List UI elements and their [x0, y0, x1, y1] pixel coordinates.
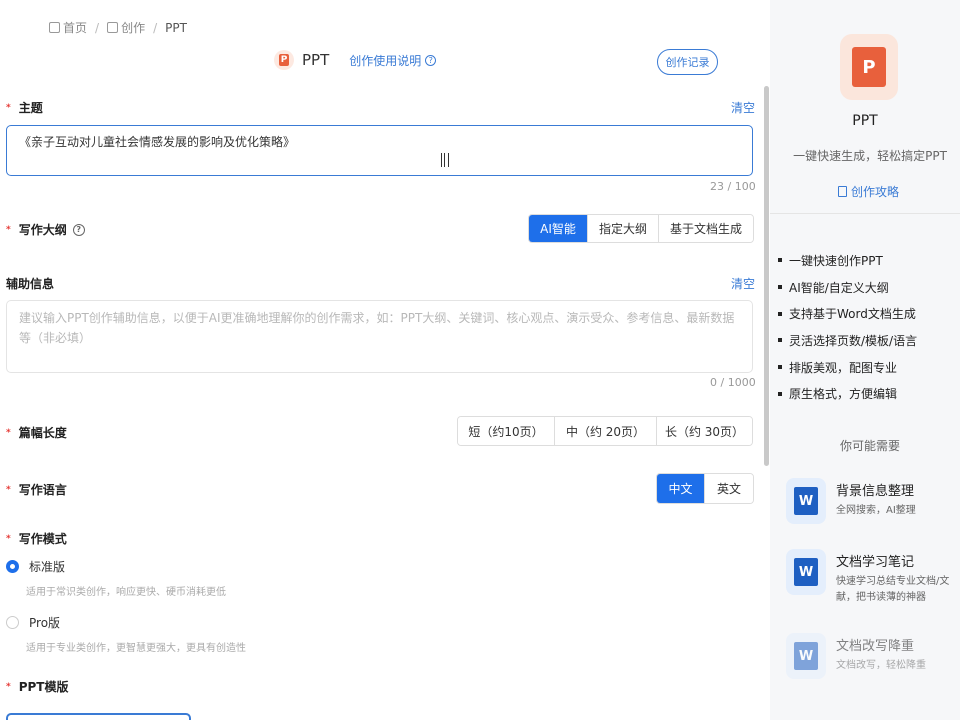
ppt-icon: P — [274, 50, 294, 70]
outline-selector: AI智能 指定大纲 基于文档生成 — [528, 214, 754, 243]
feature-list: 一键快速创作PPT AI智能/自定义大纲 支持基于Word文档生成 灵活选择页数… — [778, 247, 917, 407]
breadcrumb-current: PPT — [165, 20, 187, 35]
required-marker: * — [6, 484, 11, 495]
mode-option-pro[interactable]: Pro版 — [6, 614, 60, 631]
topic-char-count: 23 / 100 — [710, 180, 756, 193]
topic-label: * 主题 — [6, 99, 43, 116]
ppt-app-icon: P — [840, 34, 898, 100]
topic-clear-button[interactable]: 清空 — [731, 99, 755, 116]
mode-option-standard-label: 标准版 — [29, 560, 66, 574]
template-label-text: PPT模版 — [18, 680, 69, 694]
required-marker: * — [6, 681, 11, 692]
recommend-item-desc: 全网搜索，AI整理 — [836, 505, 916, 516]
required-marker: * — [6, 102, 11, 113]
length-option-medium[interactable]: 中（约 20页） — [555, 417, 657, 445]
text-cursor-icon — [441, 153, 449, 167]
document-icon — [838, 186, 847, 197]
recommend-item-title: 文档改写降重 — [836, 639, 915, 654]
edit-icon — [107, 22, 119, 33]
question-icon: ? — [425, 54, 437, 66]
side-subtitle: 一键快速生成，轻松搞定PPT — [793, 149, 947, 163]
outline-option-ai[interactable]: AI智能 — [529, 215, 588, 242]
aux-label-text: 辅助信息 — [6, 277, 55, 291]
page-header: P PPT 创作使用说明 ? — [274, 50, 437, 70]
recommend-item[interactable]: W 背景信息整理 全网搜索，AI整理 — [786, 478, 954, 524]
mode-option-pro-label: Pro版 — [29, 616, 61, 630]
outline-label: * 写作大纲 ? — [6, 221, 85, 238]
creation-record-button[interactable]: 创作记录 — [657, 49, 718, 75]
recommend-item-desc: 快速学习总结专业文档/文献，把书读薄的神器 — [836, 576, 950, 603]
recommend-item-title: 背景信息整理 — [836, 484, 915, 499]
page-title: PPT — [302, 51, 330, 69]
template-card-selected[interactable] — [6, 713, 191, 720]
breadcrumb-create-label: 创作 — [121, 21, 146, 35]
feature-item: 灵活选择页数/模板/语言 — [778, 327, 917, 354]
length-label: * 篇幅长度 — [6, 424, 67, 441]
required-marker: * — [6, 224, 11, 235]
outline-label-text: 写作大纲 — [18, 223, 67, 237]
language-label: * 写作语言 — [6, 481, 67, 498]
guide-link[interactable]: 创作攻略 — [838, 183, 899, 200]
aux-label: 辅助信息 — [6, 275, 54, 292]
breadcrumb-home[interactable]: 首页 — [49, 19, 87, 36]
required-marker: * — [6, 533, 11, 544]
aux-clear-button[interactable]: 清空 — [731, 275, 755, 292]
main-panel: 首页 / 创作 / PPT P PPT 创作使用说明 ? 创作记录 * 主题 清… — [0, 0, 762, 720]
length-label-text: 篇幅长度 — [18, 426, 67, 440]
aux-char-count: 0 / 1000 — [710, 376, 756, 389]
recommend-item[interactable]: W 文档学习笔记 快速学习总结专业文档/文献，把书读薄的神器 — [786, 549, 954, 606]
recommend-item-title: 文档学习笔记 — [836, 555, 915, 570]
length-option-short[interactable]: 短（约10页） — [458, 417, 555, 445]
word-doc-icon: W — [786, 478, 826, 524]
side-panel: P PPT 一键快速生成，轻松搞定PPT 创作攻略 一键快速创作PPT AI智能… — [770, 0, 960, 720]
feature-item: 一键快速创作PPT — [778, 247, 917, 274]
breadcrumb-separator: / — [95, 20, 100, 35]
topic-label-text: 主题 — [18, 101, 43, 115]
length-selector: 短（约10页） 中（约 20页） 长（约 30页） — [457, 416, 753, 446]
radio-unselected[interactable] — [6, 616, 19, 629]
guide-link-label: 创作攻略 — [851, 185, 900, 199]
feature-item: 原生格式，方便编辑 — [778, 380, 917, 407]
mode-option-pro-desc: 适用于专业类创作，更智慧更强大，更具有创造性 — [26, 643, 246, 654]
feature-item: AI智能/自定义大纲 — [778, 274, 917, 301]
side-title: PPT — [852, 113, 878, 129]
word-doc-icon: W — [786, 633, 826, 679]
template-label: * PPT模版 — [6, 678, 69, 695]
main-scrollbar[interactable] — [764, 86, 769, 466]
mode-label: * 写作模式 — [6, 530, 67, 547]
recommend-title: 你可能需要 — [839, 439, 900, 453]
divider — [770, 213, 960, 214]
help-link-label: 创作使用说明 — [349, 53, 422, 68]
feature-item: 支持基于Word文档生成 — [778, 300, 917, 327]
recommend-item[interactable]: W 文档改写降重 文档改写，轻松降重 — [786, 633, 954, 679]
feature-item: 排版美观，配图专业 — [778, 354, 917, 381]
breadcrumb-home-label: 首页 — [63, 21, 88, 35]
mode-option-standard[interactable]: 标准版 — [6, 558, 65, 575]
question-icon[interactable]: ? — [72, 223, 85, 236]
help-link[interactable]: 创作使用说明 ? — [349, 52, 437, 69]
aux-info-input[interactable]: 建议输入PPT创作辅助信息，以便于AI更准确地理解你的创作需求，如：PPT大纲、… — [6, 300, 753, 373]
language-option-english[interactable]: 英文 — [705, 474, 753, 503]
home-icon — [49, 22, 60, 33]
recommend-item-desc: 文档改写，轻松降重 — [836, 660, 926, 671]
language-selector: 中文 英文 — [656, 473, 754, 504]
breadcrumb-separator: / — [153, 20, 158, 35]
mode-option-standard-desc: 适用于常识类创作，响应更快、硬币消耗更低 — [26, 587, 226, 598]
length-option-long[interactable]: 长（约 30页） — [657, 417, 752, 445]
word-doc-icon: W — [786, 549, 826, 595]
language-option-chinese[interactable]: 中文 — [657, 474, 705, 503]
outline-option-document[interactable]: 基于文档生成 — [659, 215, 753, 242]
outline-option-custom[interactable]: 指定大纲 — [588, 215, 659, 242]
required-marker: * — [6, 427, 11, 438]
breadcrumb: 首页 / 创作 / PPT — [49, 19, 187, 36]
radio-selected[interactable] — [6, 560, 19, 573]
language-label-text: 写作语言 — [18, 483, 67, 497]
mode-label-text: 写作模式 — [18, 532, 67, 546]
topic-input[interactable]: 《亲子互动对儿童社会情感发展的影响及优化策略》 — [6, 125, 753, 176]
breadcrumb-create[interactable]: 创作 — [107, 19, 145, 36]
app-window: 首页 / 创作 / PPT P PPT 创作使用说明 ? 创作记录 * 主题 清… — [0, 0, 960, 720]
